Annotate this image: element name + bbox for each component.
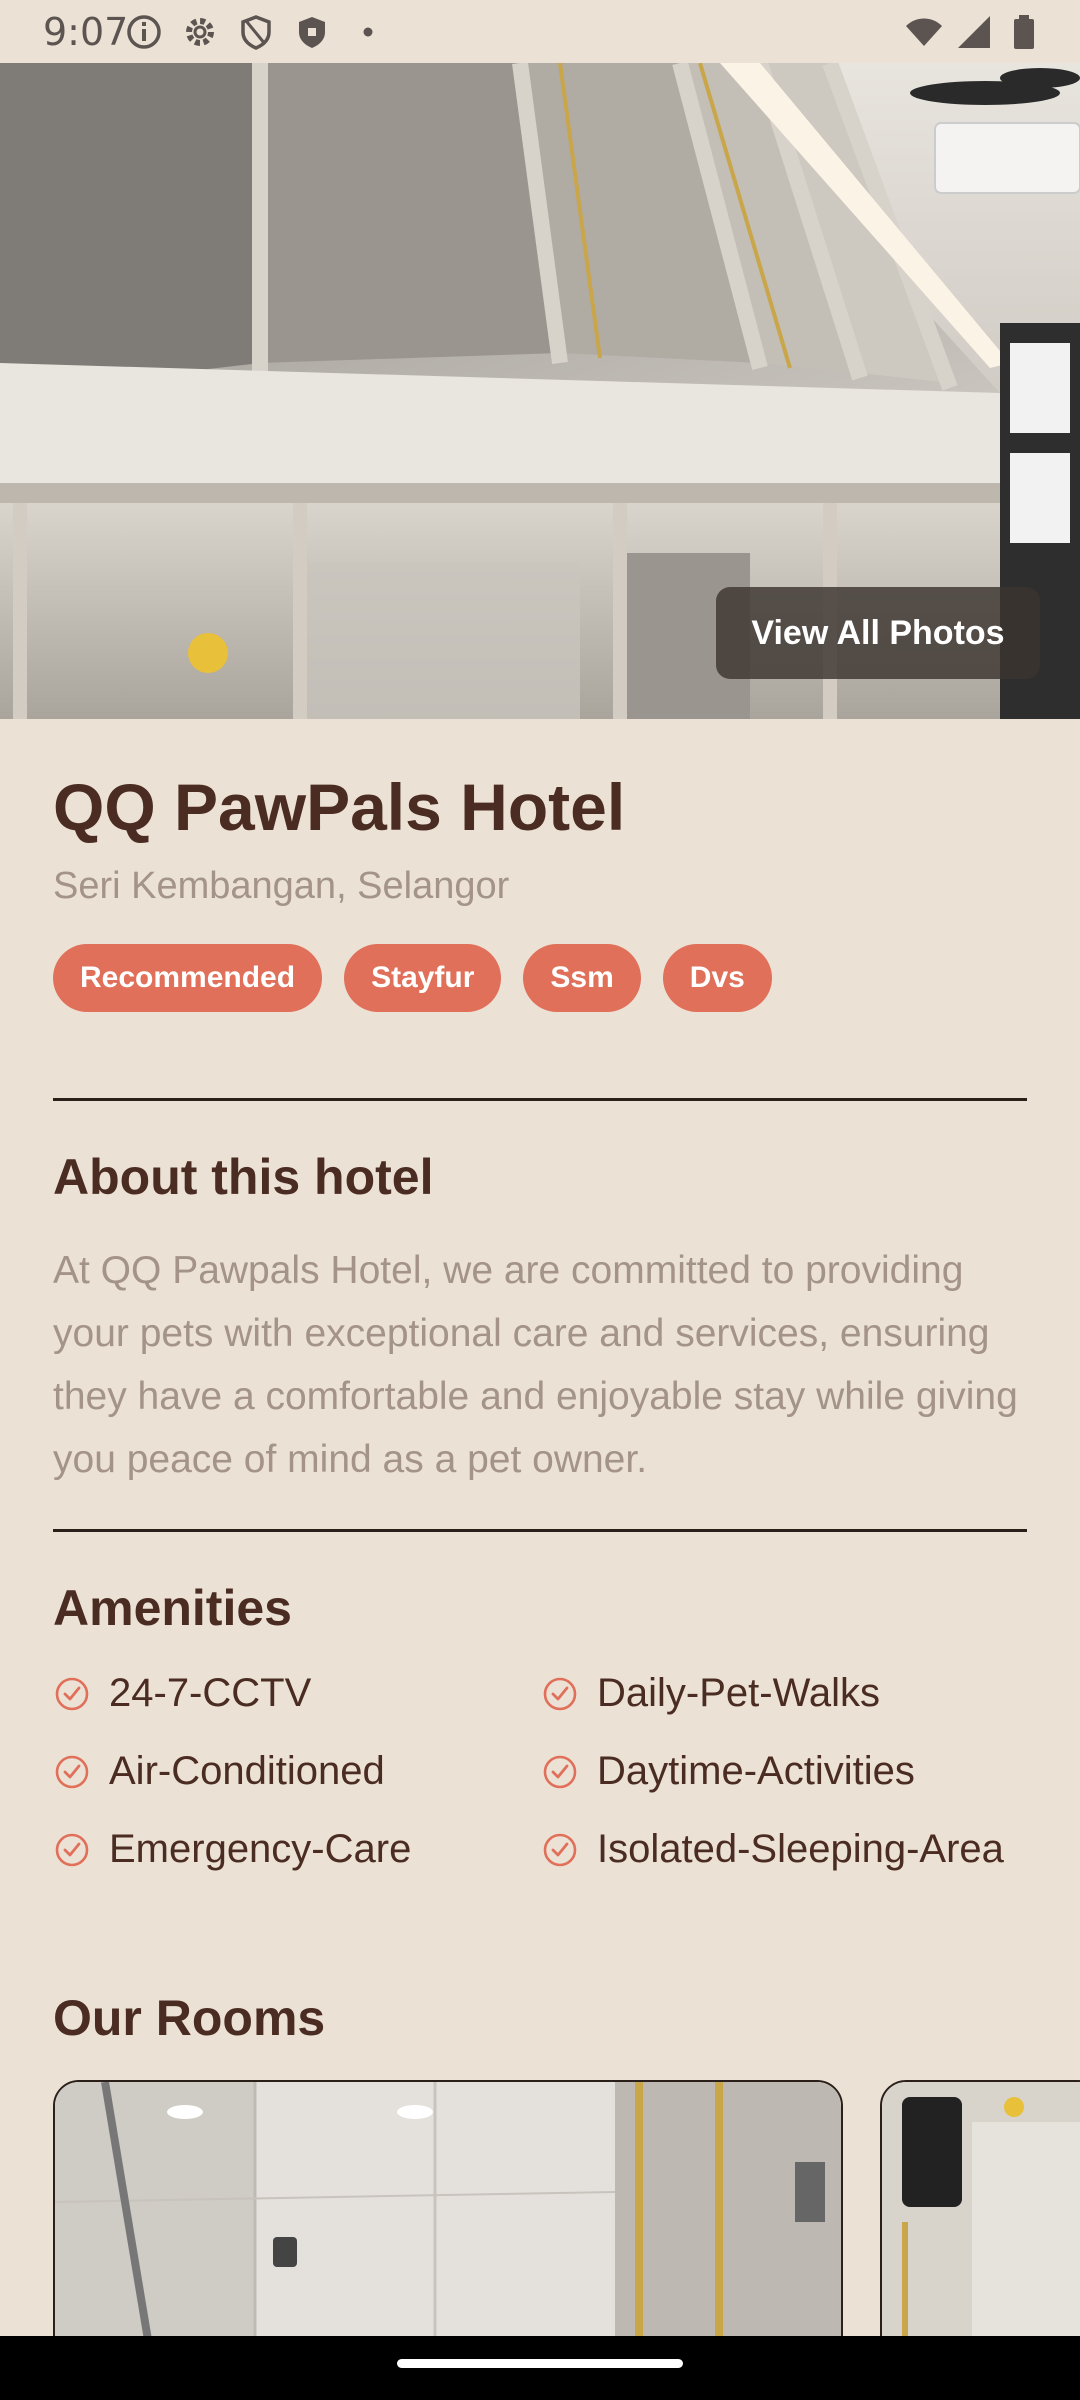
dot-icon bbox=[363, 27, 373, 37]
tag-recommended: Recommended bbox=[53, 944, 323, 1012]
amenity-label: Isolated-Sleeping-Area bbox=[597, 1827, 1004, 1871]
status-bar: 9:07 bbox=[0, 0, 1080, 63]
amenity-item: 24-7-CCTV bbox=[53, 1671, 311, 1716]
battery-icon bbox=[1014, 15, 1034, 49]
check-circle-icon bbox=[543, 1755, 577, 1788]
hero-photo[interactable]: View All Photos bbox=[0, 63, 1080, 719]
shield-filled-icon bbox=[299, 17, 325, 48]
cellular-icon bbox=[958, 16, 990, 48]
info-icon bbox=[127, 15, 161, 49]
view-all-photos-button[interactable]: View All Photos bbox=[716, 587, 1040, 679]
status-icons-left bbox=[124, 12, 388, 52]
amenity-item: Daily-Pet-Walks bbox=[541, 1671, 880, 1716]
shield-outline-icon bbox=[241, 15, 271, 50]
hotel-name: QQ PawPals Hotel bbox=[53, 770, 626, 844]
navigation-bar bbox=[0, 2336, 1080, 2400]
amenity-item: Emergency-Care bbox=[53, 1827, 411, 1872]
status-icons-right bbox=[904, 12, 1044, 52]
tag-stayfur: Stayfur bbox=[344, 944, 502, 1012]
about-title: About this hotel bbox=[53, 1149, 434, 1205]
hotel-location: Seri Kembangan, Selangor bbox=[53, 865, 510, 907]
check-circle-icon bbox=[543, 1677, 577, 1710]
status-time: 9:07 bbox=[43, 10, 129, 54]
check-circle-icon bbox=[55, 1755, 89, 1788]
home-gesture-handle[interactable] bbox=[397, 2359, 683, 2368]
divider bbox=[53, 1529, 1027, 1532]
tag-dvs: Dvs bbox=[662, 944, 772, 1012]
amenity-label: Daytime-Activities bbox=[597, 1749, 915, 1793]
amenity-label: Emergency-Care bbox=[109, 1827, 412, 1871]
wifi-icon bbox=[906, 18, 942, 46]
amenity-label: Daily-Pet-Walks bbox=[597, 1671, 880, 1715]
amenities-title: Amenities bbox=[53, 1580, 292, 1636]
gear-icon bbox=[186, 18, 214, 46]
check-circle-icon bbox=[55, 1677, 89, 1710]
amenity-label: Air-Conditioned bbox=[109, 1749, 385, 1793]
tag-ssm: Ssm bbox=[523, 944, 641, 1012]
check-circle-icon bbox=[55, 1833, 89, 1866]
amenity-item: Daytime-Activities bbox=[541, 1749, 915, 1794]
amenity-label: 24-7-CCTV bbox=[109, 1671, 312, 1715]
amenity-item: Air-Conditioned bbox=[53, 1749, 385, 1794]
rooms-title: Our Rooms bbox=[53, 1990, 326, 2046]
divider bbox=[53, 1098, 1027, 1101]
check-circle-icon bbox=[543, 1833, 577, 1866]
amenity-item: Isolated-Sleeping-Area bbox=[541, 1827, 1004, 1872]
tag-list: Recommended Stayfur Ssm Dvs bbox=[53, 944, 772, 1012]
about-text: At QQ Pawpals Hotel, we are committed to… bbox=[53, 1249, 1018, 1481]
